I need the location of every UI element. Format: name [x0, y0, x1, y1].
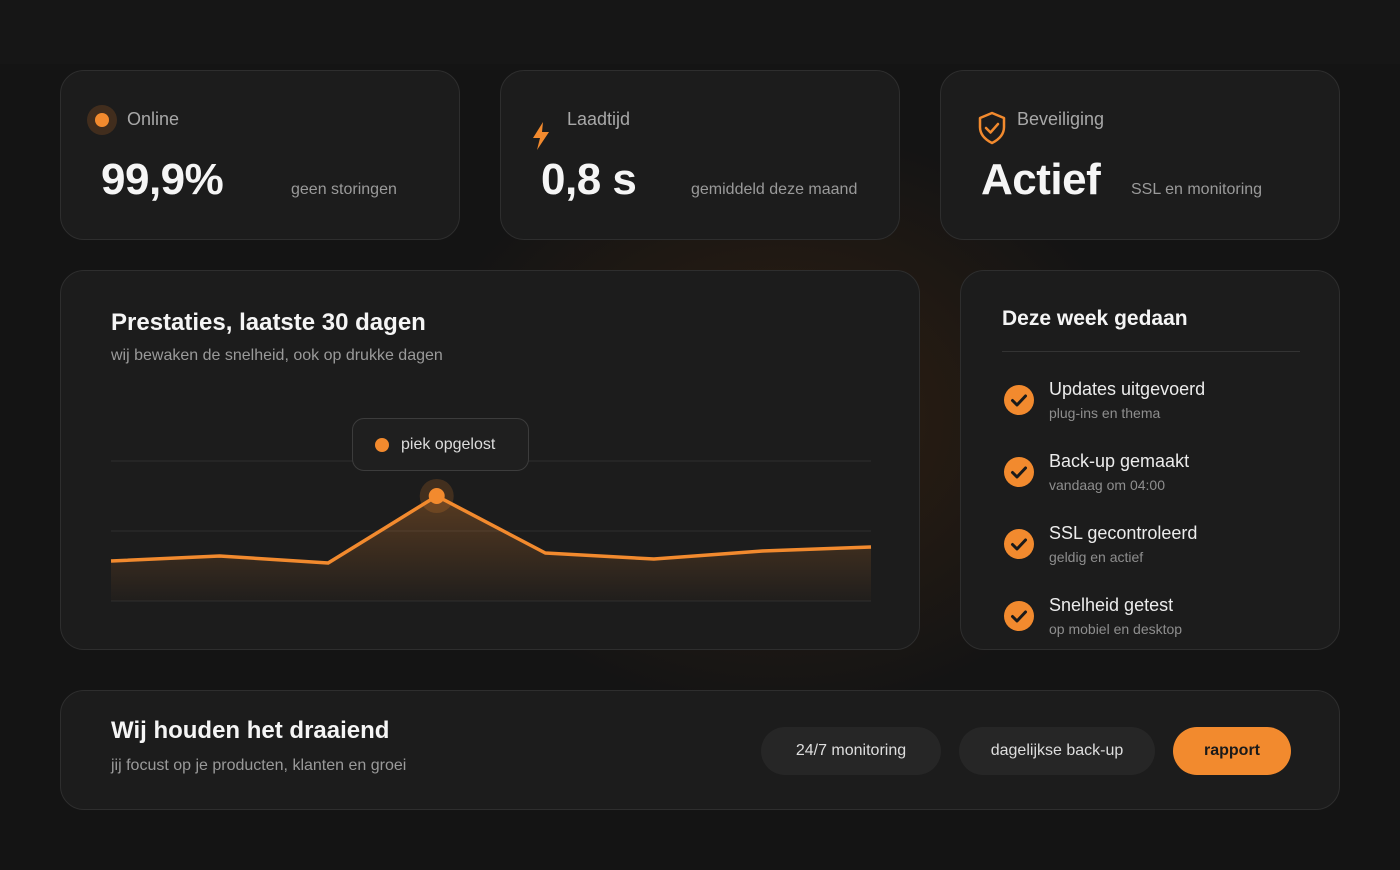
task-title: Updates uitgevoerd	[1049, 379, 1206, 399]
stat-value-load: 0,8 s	[541, 155, 637, 204]
footer-card: Wij houden het draaiend jij focust op je…	[60, 690, 1340, 810]
task-subtitle: op mobiel en desktop	[1049, 621, 1183, 637]
footer-title: Wij houden het draaiend	[111, 717, 390, 744]
stat-label-security: Beveiliging	[1017, 109, 1105, 129]
stat-note-online: geen storingen	[291, 181, 397, 198]
check-circle-icon	[1004, 529, 1034, 559]
stat-note-security: SSL en monitoring	[1131, 181, 1263, 198]
backup-badge: dagelijkse back-up	[959, 727, 1155, 775]
week-divider	[1002, 351, 1300, 352]
peak-dot-icon	[375, 437, 389, 452]
check-circle-icon	[1004, 601, 1034, 631]
footer-subtitle: jij focust op je producten, klanten en g…	[111, 757, 407, 774]
chart-peak-point	[428, 488, 445, 504]
lightning-icon	[531, 121, 551, 156]
shield-check-icon	[977, 111, 1007, 150]
performance-title: Prestaties, laatste 30 dagen	[111, 309, 426, 336]
list-item: Updates uitgevoerd plug-ins en thema	[1002, 379, 1302, 429]
stat-card-security: Beveiliging Actief SSL en monitoring	[940, 70, 1340, 240]
performance-subtitle: wij bewaken de snelheid, ook op drukke d…	[111, 347, 443, 364]
stat-value-security: Actief	[981, 155, 1101, 204]
status-dot-icon	[87, 105, 117, 135]
task-subtitle: vandaag om 04:00	[1049, 477, 1165, 493]
week-card: Deze week gedaan Updates uitgevoerd plug…	[960, 270, 1340, 650]
chart-area	[111, 496, 871, 601]
task-subtitle: geldig en actief	[1049, 549, 1144, 565]
check-circle-icon	[1004, 457, 1034, 487]
performance-card: Prestaties, laatste 30 dagen wij bewaken…	[60, 270, 920, 650]
task-title: Back-up gemaakt	[1049, 451, 1190, 471]
stat-note-load: gemiddeld deze maand	[691, 181, 858, 198]
check-circle-icon	[1004, 385, 1034, 415]
stat-card-online: Online 99,9% geen storingen	[60, 70, 460, 240]
peak-label: piek opgelost	[401, 435, 496, 453]
list-item: SSL gecontroleerd geldig en actief	[1002, 523, 1302, 573]
week-title: Deze week gedaan	[1002, 307, 1188, 330]
monitoring-badge: 24/7 monitoring	[761, 727, 941, 775]
list-item: Snelheid getest op mobiel en desktop	[1002, 595, 1302, 645]
peak-annotation: piek opgelost	[352, 418, 529, 471]
stat-value-online: 99,9%	[101, 155, 224, 204]
report-button[interactable]: rapport	[1173, 727, 1291, 775]
stat-label-load: Laadtijd	[567, 109, 631, 129]
task-title: SSL gecontroleerd	[1049, 523, 1198, 543]
stat-label-online: Online	[127, 109, 180, 129]
list-item: Back-up gemaakt vandaag om 04:00	[1002, 451, 1302, 501]
task-title: Snelheid getest	[1049, 595, 1174, 615]
task-subtitle: plug-ins en thema	[1049, 405, 1161, 421]
stat-card-load: Laadtijd 0,8 s gemiddeld deze maand	[500, 70, 900, 240]
